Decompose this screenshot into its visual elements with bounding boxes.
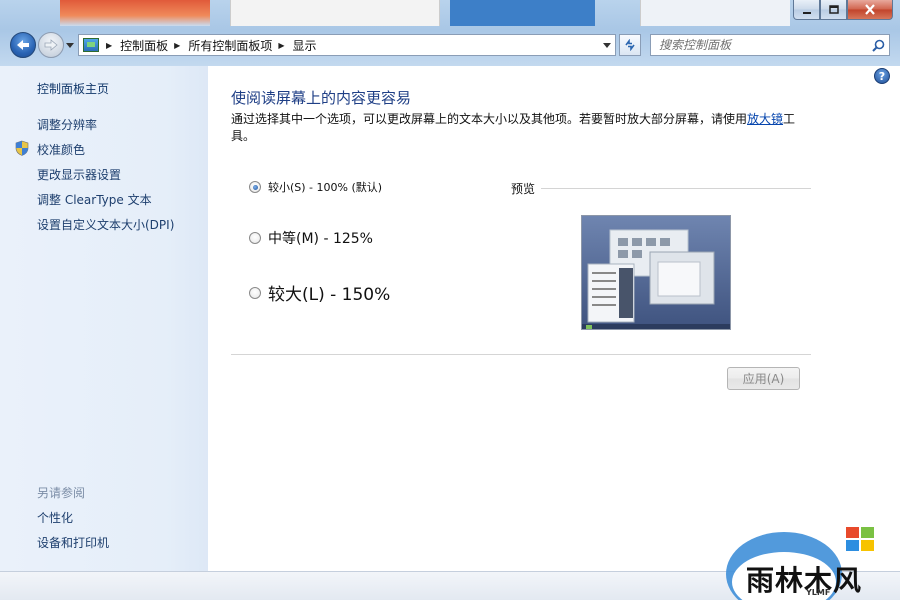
sidebar-item-cleartype[interactable]: 调整 ClearType 文本	[37, 191, 152, 208]
control-panel-icon	[83, 38, 99, 52]
search-button[interactable]	[867, 35, 889, 55]
sidebar-item-display-settings[interactable]: 更改显示器设置	[37, 166, 121, 183]
help-button[interactable]: ?	[874, 68, 890, 84]
description-text: 通过选择其中一个选项，可以更改屏幕上的文本大小以及其他项。若要暂时放大部分屏幕，…	[231, 112, 748, 126]
sidebar-item-resolution[interactable]: 调整分辨率	[37, 116, 97, 133]
breadcrumb-arrow-icon[interactable]: ▶	[174, 41, 180, 50]
watermark-subtext: YLMF	[806, 588, 831, 597]
option-medium[interactable]: 中等(M) - 125%	[249, 228, 373, 248]
preview-divider	[541, 188, 811, 189]
background-window	[230, 0, 440, 26]
background-window	[60, 0, 210, 26]
minimize-button[interactable]	[793, 0, 820, 20]
maximize-icon	[828, 5, 839, 14]
main-content: ? 使阅读屏幕上的内容更容易 通过选择其中一个选项，可以更改屏幕上的文本大小以及…	[208, 66, 900, 571]
sidebar: 控制面板主页 调整分辨率 校准颜色 更改显示器设置 调整 ClearType 文…	[0, 66, 208, 571]
option-larger[interactable]: 较大(L) - 150%	[249, 280, 390, 305]
recent-pages-dropdown[interactable]	[66, 40, 76, 50]
radio-smaller[interactable]	[249, 181, 261, 193]
radio-medium[interactable]	[249, 232, 261, 244]
address-dropdown[interactable]	[603, 41, 611, 50]
apply-button[interactable]: 应用(A)	[727, 367, 800, 390]
page-description: 通过选择其中一个选项，可以更改屏幕上的文本大小以及其他项。若要暂时放大部分屏幕，…	[231, 111, 811, 145]
option-larger-label: 较大(L) - 150%	[268, 285, 391, 305]
watermark-text: 雨林木风	[746, 564, 863, 597]
refresh-icon	[625, 39, 635, 51]
back-button[interactable]	[10, 32, 36, 58]
page-title: 使阅读屏幕上的内容更容易	[231, 89, 412, 107]
navigation-buttons	[10, 32, 76, 58]
option-smaller[interactable]: 较小(S) - 100% (默认)	[249, 179, 382, 195]
preview-label: 预览	[511, 182, 536, 196]
radio-larger[interactable]	[249, 286, 261, 299]
address-bar[interactable]: ▶ 控制面板 ▶ 所有控制面板项 ▶ 显示	[78, 34, 616, 56]
desktop-preview-icon	[582, 216, 730, 329]
chevron-down-icon	[66, 42, 74, 48]
option-smaller-label: 较小(S) - 100% (默认)	[268, 181, 383, 194]
back-arrow-icon	[17, 40, 29, 50]
background-window	[640, 0, 790, 26]
help-icon: ?	[878, 69, 886, 83]
see-also-heading: 另请参阅	[37, 486, 86, 500]
preview-image	[581, 215, 731, 330]
sidebar-item-personalization[interactable]: 个性化	[37, 509, 73, 526]
maximize-button[interactable]	[820, 0, 847, 20]
search-icon	[871, 39, 884, 52]
chevron-down-icon	[603, 43, 611, 48]
divider	[231, 354, 811, 355]
option-medium-label: 中等(M) - 125%	[268, 231, 373, 247]
refresh-button[interactable]	[619, 34, 641, 56]
search-box	[650, 34, 890, 56]
sidebar-item-custom-dpi[interactable]: 设置自定义文本大小(DPI)	[37, 216, 174, 233]
breadcrumb-arrow-icon[interactable]: ▶	[278, 41, 284, 50]
search-input[interactable]	[651, 35, 867, 55]
breadcrumb-arrow-icon[interactable]: ▶	[106, 41, 112, 50]
breadcrumb-display[interactable]: 显示	[293, 37, 317, 54]
forward-arrow-icon	[44, 39, 58, 51]
breadcrumb-all-items[interactable]: 所有控制面板项	[188, 37, 272, 54]
background-windows	[0, 0, 900, 26]
window-frame: ▶ 控制面板 ▶ 所有控制面板项 ▶ 显示	[0, 0, 900, 66]
close-button[interactable]	[847, 0, 893, 20]
sidebar-item-calibrate-color[interactable]: 校准颜色	[37, 141, 85, 158]
caption-buttons	[793, 0, 893, 20]
background-window	[450, 0, 595, 26]
watermark-logo: 雨林木风 YLMF	[724, 522, 900, 600]
sidebar-item-devices-printers[interactable]: 设备和打印机	[37, 534, 109, 551]
magnifier-link[interactable]: 放大镜	[747, 112, 783, 126]
forward-button[interactable]	[38, 32, 64, 58]
breadcrumb-control-panel[interactable]: 控制面板	[120, 37, 168, 54]
uac-shield-icon	[15, 140, 29, 156]
close-icon	[865, 4, 875, 15]
sidebar-item-home[interactable]: 控制面板主页	[37, 80, 109, 97]
minimize-icon	[802, 11, 811, 14]
